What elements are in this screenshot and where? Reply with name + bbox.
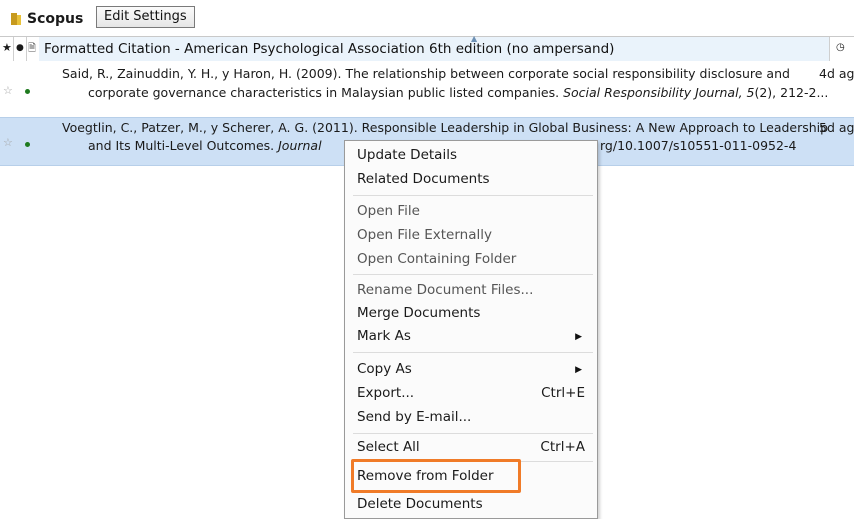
select-all-shortcut: Ctrl+A — [540, 439, 585, 455]
journal-name: Social Responsibility Journal, 5 — [563, 85, 755, 100]
menu-rename-document-files[interactable]: Rename Document Files... — [357, 282, 533, 298]
menu-mark-as[interactable]: Mark As — [357, 328, 411, 344]
citation-style-label: Formatted Citation - American Psychologi… — [44, 41, 615, 57]
date-added: 5d ag — [819, 120, 854, 135]
edit-settings-button[interactable]: Edit Settings — [96, 6, 195, 28]
menu-copy-as[interactable]: Copy As — [357, 361, 412, 377]
document-row[interactable]: ☆ Said, R., Zainuddin, Y. H., y Haron, H… — [0, 61, 854, 117]
menu-separator — [353, 274, 593, 275]
citation-line-2: corporate governance characteristics in … — [88, 85, 828, 100]
citation-doi: rg/10.1007/s10551-011-0952-4 — [600, 138, 797, 153]
menu-open-containing-folder[interactable]: Open Containing Folder — [357, 251, 516, 267]
column-header: ★ ● 🗎 ▲ Formatted Citation - American Ps… — [0, 34, 854, 62]
citation-text-tail: (2), 212-2... — [754, 85, 829, 100]
menu-separator — [353, 195, 593, 196]
submenu-arrow-icon: ▶ — [575, 332, 582, 342]
menu-export[interactable]: Export... — [357, 385, 414, 401]
star-outline-icon[interactable]: ☆ — [3, 136, 13, 149]
toolbar: Scopus Edit Settings — [0, 0, 854, 36]
clock-icon: ◷ — [836, 42, 845, 53]
header-read-status[interactable]: ● — [13, 37, 27, 61]
menu-open-file[interactable]: Open File — [357, 203, 420, 219]
citation-line-1: Voegtlin, C., Patzer, M., y Scherer, A. … — [62, 120, 829, 135]
menu-update-details[interactable]: Update Details — [357, 147, 457, 163]
star-icon: ★ — [2, 41, 12, 54]
export-shortcut: Ctrl+E — [541, 385, 585, 401]
context-menu: Update Details Related Documents Open Fi… — [344, 140, 598, 519]
header-file[interactable]: 🗎 — [26, 37, 40, 61]
citation-text: corporate governance characteristics in … — [88, 85, 564, 100]
citation-line-1: Said, R., Zainuddin, Y. H., y Haron, H. … — [62, 66, 790, 81]
read-status-dot[interactable] — [25, 142, 30, 147]
menu-merge-documents[interactable]: Merge Documents — [357, 305, 480, 321]
folder-title: Scopus — [27, 11, 84, 27]
folder-icon — [11, 13, 21, 25]
menu-send-by-email[interactable]: Send by E-mail... — [357, 409, 471, 425]
menu-separator — [353, 352, 593, 353]
header-date-added[interactable]: ◷ — [829, 37, 854, 61]
menu-open-file-externally[interactable]: Open File Externally — [357, 227, 492, 243]
remove-from-folder-highlight — [351, 459, 521, 493]
star-outline-icon[interactable]: ☆ — [3, 84, 13, 97]
header-favorite[interactable]: ★ — [0, 37, 14, 61]
menu-select-all[interactable]: Select All — [357, 439, 420, 455]
citation-text: and Its Multi-Level Outcomes. — [88, 138, 279, 153]
menu-separator — [353, 433, 593, 434]
journal-name: Journal — [278, 138, 322, 153]
date-added: 4d ag — [819, 66, 854, 81]
menu-delete-documents[interactable]: Delete Documents — [357, 496, 483, 512]
document-icon: 🗎 — [28, 43, 37, 54]
submenu-arrow-icon: ▶ — [575, 365, 582, 375]
menu-related-documents[interactable]: Related Documents — [357, 171, 490, 187]
read-status-dot[interactable] — [25, 89, 30, 94]
citation-line-2: and Its Multi-Level Outcomes. Journal — [88, 138, 322, 153]
dot-icon: ● — [16, 43, 24, 53]
